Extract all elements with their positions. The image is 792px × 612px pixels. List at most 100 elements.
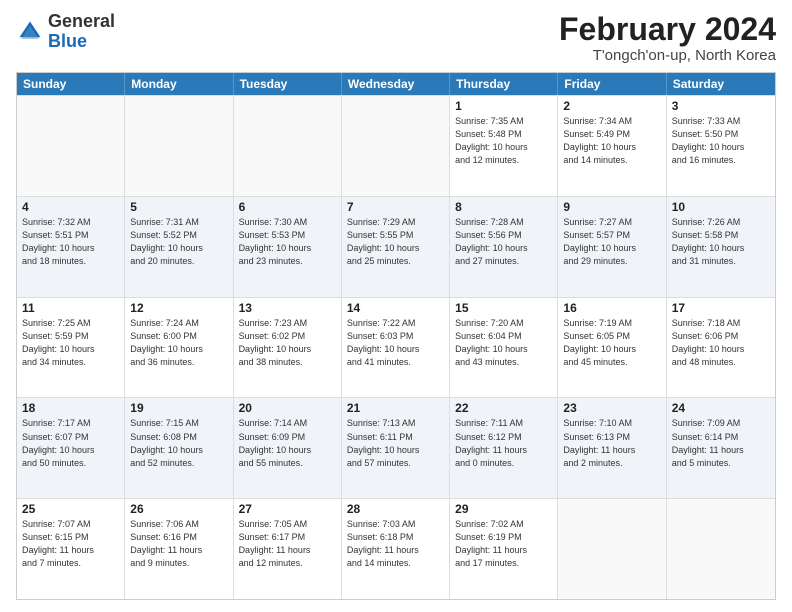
day-info: Sunrise: 7:32 AMSunset: 5:51 PMDaylight:… <box>22 216 119 268</box>
day-info: Sunrise: 7:19 AMSunset: 6:05 PMDaylight:… <box>563 317 660 369</box>
day-number: 15 <box>455 301 552 315</box>
day-number: 5 <box>130 200 227 214</box>
day-number: 4 <box>22 200 119 214</box>
logo-text: General Blue <box>48 12 115 52</box>
day-info: Sunrise: 7:27 AMSunset: 5:57 PMDaylight:… <box>563 216 660 268</box>
calendar-subtitle: T'ongch'on-up, North Korea <box>559 47 776 64</box>
header: General Blue February 2024 T'ongch'on-up… <box>16 12 776 64</box>
day-number: 28 <box>347 502 444 516</box>
day-number: 13 <box>239 301 336 315</box>
day-cell-29: 29 Sunrise: 7:02 AMSunset: 6:19 PMDayligh… <box>450 499 558 599</box>
calendar: SundayMondayTuesdayWednesdayThursdayFrid… <box>16 72 776 600</box>
day-cell-25: 25 Sunrise: 7:07 AMSunset: 6:15 PMDayligh… <box>17 499 125 599</box>
day-info: Sunrise: 7:13 AMSunset: 6:11 PMDaylight:… <box>347 417 444 469</box>
day-number: 9 <box>563 200 660 214</box>
day-number: 26 <box>130 502 227 516</box>
day-number: 24 <box>672 401 770 415</box>
empty-cell-0-2 <box>234 96 342 196</box>
day-cell-14: 14Sunrise: 7:22 AMSunset: 6:03 PMDayligh… <box>342 298 450 398</box>
day-info: Sunrise: 7:02 AMSunset: 6:19 PMDaylight:… <box>455 518 552 570</box>
empty-cell-0-1 <box>125 96 233 196</box>
calendar-title: February 2024 <box>559 12 776 47</box>
day-cell-21: 21 Sunrise: 7:13 AMSunset: 6:11 PMDayligh… <box>342 398 450 498</box>
day-cell-13: 13 Sunrise: 7:23 AMSunset: 6:02 PMDayligh… <box>234 298 342 398</box>
day-number: 21 <box>347 401 444 415</box>
header-monday: Monday <box>125 73 233 95</box>
day-cell-2: 2 Sunrise: 7:34 AMSunset: 5:49 PMDaylight… <box>558 96 666 196</box>
empty-cell-4-5 <box>558 499 666 599</box>
day-cell-24: 24 Sunrise: 7:09 AMSunset: 6:14 PMDayligh… <box>667 398 775 498</box>
day-number: 14 <box>347 301 444 315</box>
day-cell-23: 23Sunrise: 7:10 AMSunset: 6:13 PMDayligh… <box>558 398 666 498</box>
day-number: 18 <box>22 401 119 415</box>
day-info: Sunrise: 7:14 AMSunset: 6:09 PMDaylight:… <box>239 417 336 469</box>
day-number: 25 <box>22 502 119 516</box>
header-wednesday: Wednesday <box>342 73 450 95</box>
day-number: 2 <box>563 99 660 113</box>
day-number: 27 <box>239 502 336 516</box>
day-cell-11: 11 Sunrise: 7:25 AMSunset: 5:59 PMDayligh… <box>17 298 125 398</box>
calendar-body: 1 Sunrise: 7:35 AMSunset: 5:48 PMDaylight… <box>17 95 775 599</box>
page: General Blue February 2024 T'ongch'on-up… <box>0 0 792 612</box>
day-number: 23 <box>563 401 660 415</box>
day-cell-19: 19Sunrise: 7:15 AMSunset: 6:08 PMDayligh… <box>125 398 233 498</box>
day-number: 20 <box>239 401 336 415</box>
day-info: Sunrise: 7:05 AMSunset: 6:17 PMDaylight:… <box>239 518 336 570</box>
day-cell-6: 6 Sunrise: 7:30 AMSunset: 5:53 PMDaylight… <box>234 197 342 297</box>
day-info: Sunrise: 7:23 AMSunset: 6:02 PMDaylight:… <box>239 317 336 369</box>
day-cell-18: 18 Sunrise: 7:17 AMSunset: 6:07 PMDayligh… <box>17 398 125 498</box>
day-info: Sunrise: 7:31 AMSunset: 5:52 PMDaylight:… <box>130 216 227 268</box>
day-info: Sunrise: 7:15 AMSunset: 6:08 PMDaylight:… <box>130 417 227 469</box>
day-info: Sunrise: 7:06 AMSunset: 6:16 PMDaylight:… <box>130 518 227 570</box>
day-number: 12 <box>130 301 227 315</box>
empty-cell-0-3 <box>342 96 450 196</box>
week-row-1: 4 Sunrise: 7:32 AMSunset: 5:51 PMDaylight… <box>17 196 775 297</box>
day-number: 6 <box>239 200 336 214</box>
day-number: 17 <box>672 301 770 315</box>
day-cell-8: 8Sunrise: 7:28 AMSunset: 5:56 PMDaylight… <box>450 197 558 297</box>
day-cell-22: 22 Sunrise: 7:11 AMSunset: 6:12 PMDayligh… <box>450 398 558 498</box>
day-info: Sunrise: 7:26 AMSunset: 5:58 PMDaylight:… <box>672 216 770 268</box>
header-saturday: Saturday <box>667 73 775 95</box>
logo: General Blue <box>16 12 115 52</box>
day-cell-1: 1 Sunrise: 7:35 AMSunset: 5:48 PMDaylight… <box>450 96 558 196</box>
logo-icon <box>16 18 44 46</box>
day-info: Sunrise: 7:34 AMSunset: 5:49 PMDaylight:… <box>563 115 660 167</box>
day-info: Sunrise: 7:09 AMSunset: 6:14 PMDaylight:… <box>672 417 770 469</box>
day-cell-17: 17Sunrise: 7:18 AMSunset: 6:06 PMDayligh… <box>667 298 775 398</box>
header-tuesday: Tuesday <box>234 73 342 95</box>
header-thursday: Thursday <box>450 73 558 95</box>
day-cell-15: 15 Sunrise: 7:20 AMSunset: 6:04 PMDayligh… <box>450 298 558 398</box>
day-info: Sunrise: 7:29 AMSunset: 5:55 PMDaylight:… <box>347 216 444 268</box>
week-row-3: 18 Sunrise: 7:17 AMSunset: 6:07 PMDayligh… <box>17 397 775 498</box>
day-cell-9: 9 Sunrise: 7:27 AMSunset: 5:57 PMDaylight… <box>558 197 666 297</box>
day-cell-4: 4 Sunrise: 7:32 AMSunset: 5:51 PMDaylight… <box>17 197 125 297</box>
day-cell-16: 16Sunrise: 7:19 AMSunset: 6:05 PMDayligh… <box>558 298 666 398</box>
day-info: Sunrise: 7:35 AMSunset: 5:48 PMDaylight:… <box>455 115 552 167</box>
day-cell-7: 7Sunrise: 7:29 AMSunset: 5:55 PMDaylight… <box>342 197 450 297</box>
day-cell-27: 27 Sunrise: 7:05 AMSunset: 6:17 PMDayligh… <box>234 499 342 599</box>
day-number: 1 <box>455 99 552 113</box>
day-info: Sunrise: 7:17 AMSunset: 6:07 PMDaylight:… <box>22 417 119 469</box>
title-block: February 2024 T'ongch'on-up, North Korea <box>559 12 776 64</box>
day-info: Sunrise: 7:03 AMSunset: 6:18 PMDaylight:… <box>347 518 444 570</box>
week-row-0: 1 Sunrise: 7:35 AMSunset: 5:48 PMDaylight… <box>17 95 775 196</box>
day-info: Sunrise: 7:07 AMSunset: 6:15 PMDaylight:… <box>22 518 119 570</box>
day-cell-20: 20 Sunrise: 7:14 AMSunset: 6:09 PMDayligh… <box>234 398 342 498</box>
day-cell-10: 10 Sunrise: 7:26 AMSunset: 5:58 PMDayligh… <box>667 197 775 297</box>
day-number: 11 <box>22 301 119 315</box>
day-info: Sunrise: 7:20 AMSunset: 6:04 PMDaylight:… <box>455 317 552 369</box>
day-number: 10 <box>672 200 770 214</box>
day-info: Sunrise: 7:25 AMSunset: 5:59 PMDaylight:… <box>22 317 119 369</box>
day-cell-5: 5 Sunrise: 7:31 AMSunset: 5:52 PMDaylight… <box>125 197 233 297</box>
day-info: Sunrise: 7:11 AMSunset: 6:12 PMDaylight:… <box>455 417 552 469</box>
header-friday: Friday <box>558 73 666 95</box>
calendar-header-row: SundayMondayTuesdayWednesdayThursdayFrid… <box>17 73 775 95</box>
week-row-2: 11 Sunrise: 7:25 AMSunset: 5:59 PMDayligh… <box>17 297 775 398</box>
day-number: 22 <box>455 401 552 415</box>
day-number: 29 <box>455 502 552 516</box>
logo-general: General <box>48 11 115 31</box>
day-info: Sunrise: 7:30 AMSunset: 5:53 PMDaylight:… <box>239 216 336 268</box>
day-info: Sunrise: 7:28 AMSunset: 5:56 PMDaylight:… <box>455 216 552 268</box>
logo-blue: Blue <box>48 31 87 51</box>
